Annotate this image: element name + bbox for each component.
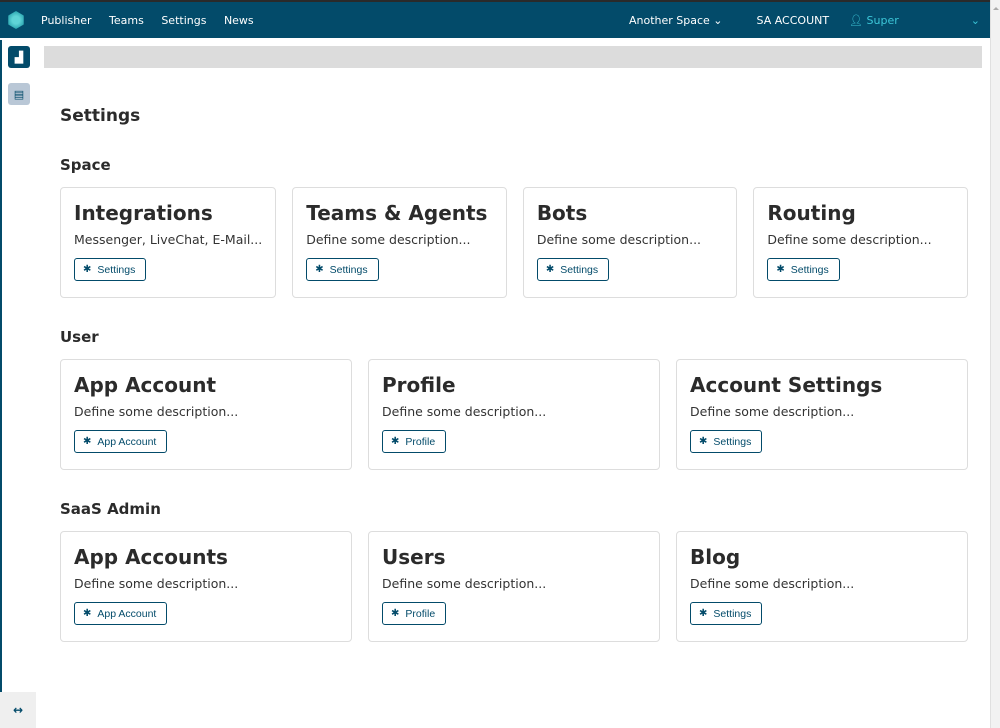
- card-button[interactable]: ✱ Settings: [690, 430, 763, 453]
- settings-card: Routing Define some description... ✱ Sett…: [753, 187, 968, 298]
- settings-card: Account Settings Define some description…: [676, 359, 968, 470]
- sidebar: ▟ ▤: [0, 40, 36, 728]
- account-label[interactable]: SA ACCOUNT: [757, 14, 830, 27]
- sidebar-toggle-arrows-icon[interactable]: ↔: [0, 692, 36, 728]
- top-navbar: Publisher Teams Settings News Another Sp…: [0, 0, 990, 38]
- card-title: Users: [382, 545, 446, 569]
- gear-icon: ✱: [315, 264, 324, 275]
- nav-settings[interactable]: Settings: [161, 14, 206, 27]
- settings-page: Settings Space Integrations Messenger, L…: [60, 106, 968, 672]
- gear-icon: ✱: [83, 264, 92, 275]
- nav-teams[interactable]: Teams: [109, 14, 144, 27]
- settings-card: App Accounts Define some description... …: [60, 531, 352, 642]
- card-button[interactable]: ✱ App Account: [74, 602, 168, 625]
- settings-card: Profile Define some description... ✱ Prof…: [368, 359, 660, 470]
- card-title: Account Settings: [690, 373, 883, 397]
- document-icon[interactable]: ▤: [8, 83, 30, 105]
- button-label: Profile: [405, 607, 436, 620]
- gear-icon: ✱: [83, 436, 92, 447]
- card-button[interactable]: ✱ Settings: [306, 258, 379, 281]
- gear-icon: ✱: [83, 608, 92, 619]
- card-title: App Accounts: [74, 545, 228, 569]
- card-title: Blog: [690, 545, 741, 569]
- user-icon: 👤︎: [849, 13, 864, 27]
- card-description: Messenger, LiveChat, E-Mail...: [74, 232, 263, 247]
- card-button[interactable]: ✱ Profile: [382, 602, 447, 625]
- user-menu[interactable]: 👤︎ Super: [849, 14, 899, 27]
- gear-icon: ✱: [391, 436, 400, 447]
- button-label: App Account: [97, 607, 157, 620]
- page-title: Settings: [60, 106, 141, 126]
- card-description: Define some description...: [536, 232, 702, 247]
- space-selector[interactable]: Another Space ⌄: [629, 14, 723, 27]
- card-button[interactable]: ✱ Settings: [536, 258, 610, 281]
- card-description: Define some description...: [382, 404, 547, 419]
- settings-card: App Account Define some description... ✱…: [60, 359, 352, 470]
- card-description: Define some description...: [690, 576, 855, 591]
- gear-icon: ✱: [699, 608, 708, 619]
- card-description: Define some description...: [306, 232, 471, 247]
- card-grid: App Accounts Define some description... …: [60, 531, 968, 642]
- settings-card: Blog Define some description... ✱ Setting…: [676, 531, 968, 642]
- section-title: Space: [60, 156, 111, 174]
- gear-icon: ✱: [699, 436, 708, 447]
- settings-card: Users Define some description... ✱ Profil…: [368, 531, 660, 642]
- settings-card: Teams & Agents Define some description..…: [292, 187, 507, 298]
- card-title: Teams & Agents: [306, 201, 488, 225]
- chevron-down-icon[interactable]: ⌄: [971, 14, 980, 27]
- card-grid: Integrations Messenger, LiveChat, E-Mail…: [60, 187, 968, 298]
- button-label: App Account: [97, 435, 157, 448]
- card-description: Define some description...: [74, 404, 239, 419]
- gear-icon: ✱: [391, 608, 400, 619]
- settings-card: Integrations Messenger, LiveChat, E-Mail…: [60, 187, 277, 298]
- card-description: Define some description...: [382, 576, 547, 591]
- nav-publisher[interactable]: Publisher: [41, 14, 92, 27]
- card-title: Bots: [536, 201, 588, 225]
- button-label: Settings: [97, 263, 136, 276]
- chevron-down-icon: ⌄: [713, 13, 723, 27]
- button-label: Settings: [713, 435, 752, 448]
- card-button[interactable]: ✱ Settings: [74, 258, 147, 281]
- chart-icon[interactable]: ▟: [8, 46, 30, 68]
- button-label: Settings: [713, 607, 752, 620]
- button-label: Settings: [790, 263, 829, 276]
- card-button[interactable]: ✱ App Account: [74, 430, 168, 453]
- card-description: Define some description...: [74, 576, 239, 591]
- button-label: Profile: [405, 435, 436, 448]
- gear-icon: ✱: [545, 264, 555, 275]
- logo-icon[interactable]: [8, 11, 24, 29]
- card-title: App Account: [74, 373, 217, 397]
- space-name: Another Space: [628, 13, 710, 27]
- card-title: Profile: [382, 373, 456, 397]
- section-title: SaaS Admin: [60, 500, 161, 518]
- card-title: Routing: [767, 201, 856, 225]
- section-title: User: [60, 328, 99, 346]
- placeholder-bar: [44, 46, 982, 68]
- card-grid: App Account Define some description... ✱…: [60, 359, 968, 470]
- card-button[interactable]: ✱ Settings: [767, 258, 840, 281]
- gear-icon: ✱: [776, 264, 785, 275]
- scrollbar[interactable]: [990, 0, 1000, 728]
- settings-card: Bots Define some description... ✱ Setting…: [522, 187, 738, 298]
- button-label: Settings: [560, 263, 599, 276]
- card-button[interactable]: ✱ Settings: [690, 602, 763, 625]
- nav-news[interactable]: News: [224, 14, 254, 27]
- card-description: Define some description...: [690, 404, 855, 419]
- card-button[interactable]: ✱ Profile: [382, 430, 447, 453]
- button-label: Settings: [329, 263, 368, 276]
- card-title: Integrations: [74, 201, 213, 225]
- card-description: Define some description...: [767, 232, 932, 247]
- user-name: Super: [866, 13, 899, 27]
